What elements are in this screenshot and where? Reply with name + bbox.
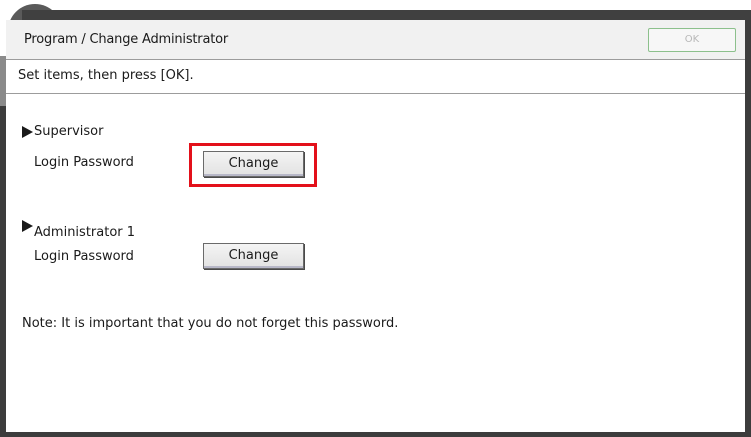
- title-bar: Program / Change Administrator OK: [6, 20, 745, 60]
- left-bezel-highlight: [0, 56, 6, 106]
- top-strip: [0, 0, 751, 44]
- ok-button[interactable]: OK: [648, 28, 736, 52]
- supervisor-login-password-label: Login Password: [34, 155, 134, 170]
- supervisor-heading-label: Supervisor: [34, 124, 104, 139]
- instruction-text: Set items, then press [OK].: [18, 68, 194, 83]
- left-bezel: [0, 56, 6, 437]
- right-bezel: [745, 20, 751, 437]
- administrator-1-heading-label: Administrator 1: [34, 225, 136, 240]
- supervisor-section-heading: Supervisor: [22, 124, 103, 139]
- password-note: Note: It is important that you do not fo…: [22, 316, 399, 331]
- bottom-bezel: [0, 432, 751, 437]
- administrator-1-login-password-label: Login Password: [34, 249, 134, 264]
- administrator-1-change-button[interactable]: Change: [203, 243, 304, 269]
- instruction-bar: Set items, then press [OK].: [6, 60, 745, 94]
- page-title: Program / Change Administrator: [24, 32, 229, 47]
- highlight-box: [189, 143, 317, 187]
- administrator-1-section-heading: Administrator 1: [22, 219, 135, 240]
- program-change-administrator-screen: Program / Change Administrator OK Set it…: [0, 0, 751, 437]
- triangle-right-icon: [22, 125, 33, 138]
- triangle-right-icon: [22, 219, 33, 232]
